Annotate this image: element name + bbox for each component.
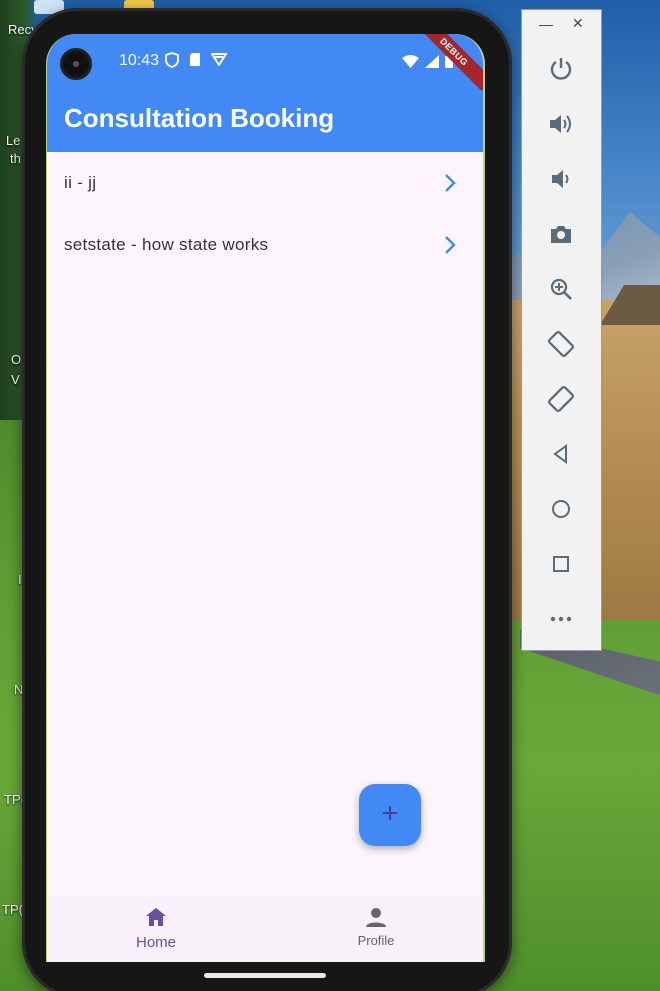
emulator-toolbar: — ✕ [521, 9, 602, 651]
nav-item-profile[interactable]: Profile [326, 906, 426, 948]
add-button[interactable] [359, 784, 421, 846]
chevron-right-icon [443, 234, 457, 261]
list-item-label: ii - jj [64, 173, 97, 192]
signal-icon [425, 54, 439, 73]
more-icon[interactable] [546, 604, 576, 634]
volume-down-icon[interactable] [546, 164, 576, 194]
home-circle-icon[interactable] [546, 494, 576, 524]
desktop-icon-label[interactable]: Le [6, 133, 20, 148]
rotate-right-icon[interactable] [546, 384, 576, 414]
sd-card-icon [189, 52, 201, 73]
page-title: Consultation Booking [64, 103, 335, 133]
close-icon[interactable]: ✕ [572, 15, 584, 32]
volume-up-icon[interactable] [546, 109, 576, 139]
list-item[interactable]: ii - jj [47, 152, 483, 214]
desktop-icon-label[interactable]: O [11, 352, 21, 367]
front-camera [60, 48, 92, 80]
nav-item-label: Home [135, 934, 176, 951]
status-time: 10:43 [119, 52, 160, 69]
zoom-icon[interactable] [546, 274, 576, 304]
desktop-icon-label[interactable]: th [10, 151, 21, 166]
chevron-right-icon [443, 172, 457, 199]
back-icon[interactable] [546, 439, 576, 469]
list-item-label: setstate - how state works [64, 235, 269, 254]
camera-icon[interactable] [546, 219, 576, 249]
plus-icon [381, 804, 399, 827]
minimize-icon[interactable]: — [539, 16, 553, 32]
nav-item-label: Profile [357, 933, 395, 948]
person-icon [364, 908, 388, 931]
list-item[interactable]: setstate - how state works [47, 214, 483, 276]
wifi-icon [402, 54, 419, 73]
app-bar: Consultation Booking [47, 90, 483, 152]
vpn-icon [210, 52, 228, 73]
status-bar: 10:43 DEBUG [47, 34, 483, 97]
gesture-home-indicator[interactable] [204, 973, 326, 978]
consultation-list: ii - jj setstate - how state works [47, 152, 483, 276]
home-icon [144, 908, 168, 932]
overview-icon[interactable] [546, 549, 576, 579]
power-icon[interactable] [546, 54, 576, 84]
nav-item-home[interactable]: Home [106, 906, 206, 951]
rotate-left-icon[interactable] [546, 329, 576, 359]
desktop-icon-label[interactable]: TP( [2, 902, 23, 917]
bottom-navigation: Home Profile [47, 896, 483, 962]
shield-icon [165, 52, 179, 73]
desktop-icon-label[interactable]: V [11, 372, 20, 387]
